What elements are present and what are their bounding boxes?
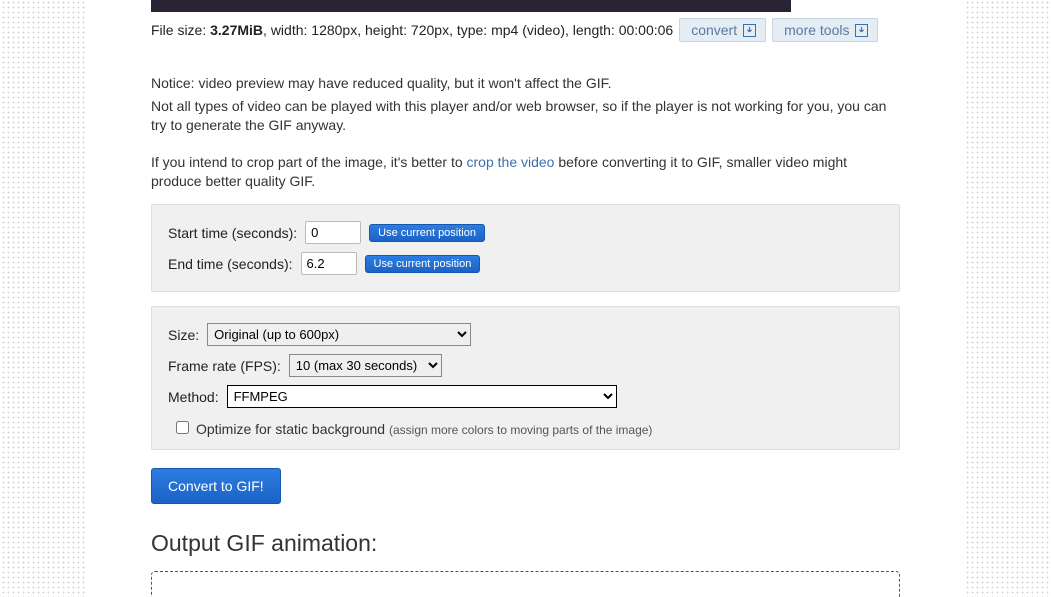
time-panel: Start time (seconds): Use current positi… bbox=[151, 204, 900, 292]
use-current-start-button[interactable]: Use current position bbox=[369, 224, 485, 242]
method-select[interactable]: FFMPEG bbox=[227, 385, 617, 408]
notice-line-3: If you intend to crop part of the image,… bbox=[151, 153, 900, 191]
main-content: File size: 3.27MiB, width: 1280px, heigh… bbox=[87, 0, 964, 597]
more-tools-label: more tools bbox=[784, 22, 849, 38]
fps-select[interactable]: 10 (max 30 seconds) bbox=[289, 354, 442, 377]
download-icon bbox=[855, 24, 868, 37]
size-select[interactable]: Original (up to 600px) bbox=[207, 323, 471, 346]
file-size-value: 3.27MiB bbox=[210, 22, 263, 38]
start-time-label: Start time (seconds): bbox=[168, 225, 297, 241]
use-current-end-button[interactable]: Use current position bbox=[365, 255, 481, 273]
notice-line-1: Notice: video preview may have reduced q… bbox=[151, 74, 900, 93]
optimize-checkbox[interactable] bbox=[176, 421, 189, 434]
download-icon bbox=[743, 24, 756, 37]
options-panel: Size: Original (up to 600px) Frame rate … bbox=[151, 306, 900, 450]
more-tools-button[interactable]: more tools bbox=[772, 18, 878, 42]
output-box bbox=[151, 571, 900, 597]
video-preview-sliver bbox=[151, 0, 791, 12]
crop-video-link[interactable]: crop the video bbox=[467, 154, 555, 170]
end-time-input[interactable] bbox=[301, 252, 357, 275]
page-bg-right bbox=[965, 0, 1051, 597]
end-time-label: End time (seconds): bbox=[168, 256, 293, 272]
optimize-label: Optimize for static background bbox=[196, 421, 389, 437]
notice-block: Notice: video preview may have reduced q… bbox=[151, 74, 900, 190]
file-size-label: File size: bbox=[151, 22, 210, 38]
file-info-line: File size: 3.27MiB, width: 1280px, heigh… bbox=[151, 18, 900, 42]
optimize-hint: (assign more colors to moving parts of t… bbox=[389, 423, 652, 437]
fps-label: Frame rate (FPS): bbox=[168, 358, 281, 374]
start-time-input[interactable] bbox=[305, 221, 361, 244]
method-label: Method: bbox=[168, 389, 219, 405]
size-label: Size: bbox=[168, 327, 199, 343]
convert-to-gif-button[interactable]: Convert to GIF! bbox=[151, 468, 281, 504]
notice-line-2: Not all types of video can be played wit… bbox=[151, 97, 900, 135]
output-heading: Output GIF animation: bbox=[151, 530, 900, 557]
page-bg-left bbox=[0, 0, 86, 597]
convert-button[interactable]: convert bbox=[679, 18, 766, 42]
file-info-rest: , width: 1280px, height: 720px, type: mp… bbox=[263, 22, 673, 38]
convert-button-label: convert bbox=[691, 22, 737, 38]
